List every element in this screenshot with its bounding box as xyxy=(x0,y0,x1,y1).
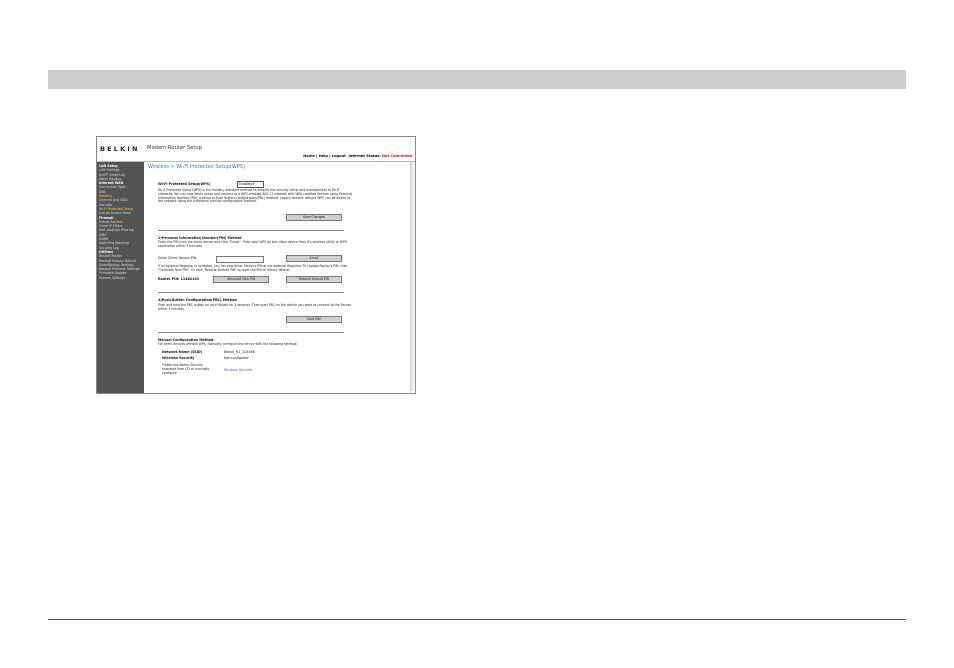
home-link[interactable]: Home xyxy=(303,154,315,158)
help-link[interactable]: Help xyxy=(319,154,328,158)
top-links: Home | Help | Logout Internet Status: No… xyxy=(303,154,412,158)
divider-3 xyxy=(158,332,344,333)
security-value: Not configured xyxy=(224,356,249,360)
divider-2 xyxy=(158,292,344,293)
divider-1 xyxy=(158,230,344,231)
enroll-button[interactable]: Enroll xyxy=(286,255,342,262)
router-screenshot: BELKIN Modem-Router Setup Home | Help | … xyxy=(96,136,416,394)
sidebar-item[interactable]: System Settings xyxy=(97,276,144,280)
router-header: BELKIN Modem-Router Setup Home | Help | … xyxy=(97,137,415,162)
manual-text: For client devices without WPS, manually… xyxy=(158,342,298,346)
pbc-text: Push and hold the PBC button on your Rou… xyxy=(158,303,351,311)
app-title: Modem-Router Setup xyxy=(147,145,202,151)
pin-text: Enter the PIN from the client device and… xyxy=(158,240,347,248)
ssid-value: Belkin_N1_123456 xyxy=(224,350,255,354)
main-content: Wireless > Wi-Fi Protected Setup(WPS) Wi… xyxy=(146,162,410,391)
wps-select[interactable]: Enabled ▾ xyxy=(237,181,264,188)
wps-select-value: Enabled xyxy=(239,182,252,186)
save-changes-button[interactable]: Save Changes xyxy=(286,214,342,221)
generate-pin-button[interactable]: Generate New PIN xyxy=(213,276,269,283)
router-pin: Router PIN: 11482143 xyxy=(158,277,199,281)
security-label: Wireless Security xyxy=(162,356,195,360)
wps-label: Wi-Fi Protected Setup(WPS) xyxy=(158,182,211,186)
registrar-text: If an external Registrar is available, y… xyxy=(158,264,348,272)
internet-status-value: Not Connected xyxy=(382,154,412,158)
page-footer-rule xyxy=(48,619,906,620)
belkin-logo: BELKIN xyxy=(100,145,140,153)
pin-input-label: Enter Client Device PIN xyxy=(158,256,197,260)
logout-link[interactable]: Logout xyxy=(332,154,346,158)
page-header-band xyxy=(48,70,906,89)
pbc-heading: 2)Push Button Configuration(PBC) Method xyxy=(158,298,237,302)
restore-pin-button[interactable]: Restore Default PIN xyxy=(286,276,342,283)
page-title: Wireless > Wi-Fi Protected Setup(WPS) xyxy=(148,164,245,170)
ssid-label: Network Name (SSID) xyxy=(162,350,203,354)
wireless-security-link[interactable]: Wireless Security xyxy=(224,368,252,372)
security-note: Please use Belkin Security Assistant fro… xyxy=(162,363,210,375)
internet-status-label: Internet Status: xyxy=(348,154,381,158)
start-pbc-button[interactable]: Start PBC xyxy=(286,316,342,323)
sidebar-nav: LAN Setup LAN Settings DHCP Client List Sta… xyxy=(97,162,144,393)
client-pin-input[interactable] xyxy=(216,256,264,263)
chevron-down-icon: ▾ xyxy=(252,182,255,186)
scrollbar[interactable] xyxy=(410,162,414,391)
wps-intro: Wi-Fi Protected Setup (WPS) is the indus… xyxy=(158,188,353,204)
